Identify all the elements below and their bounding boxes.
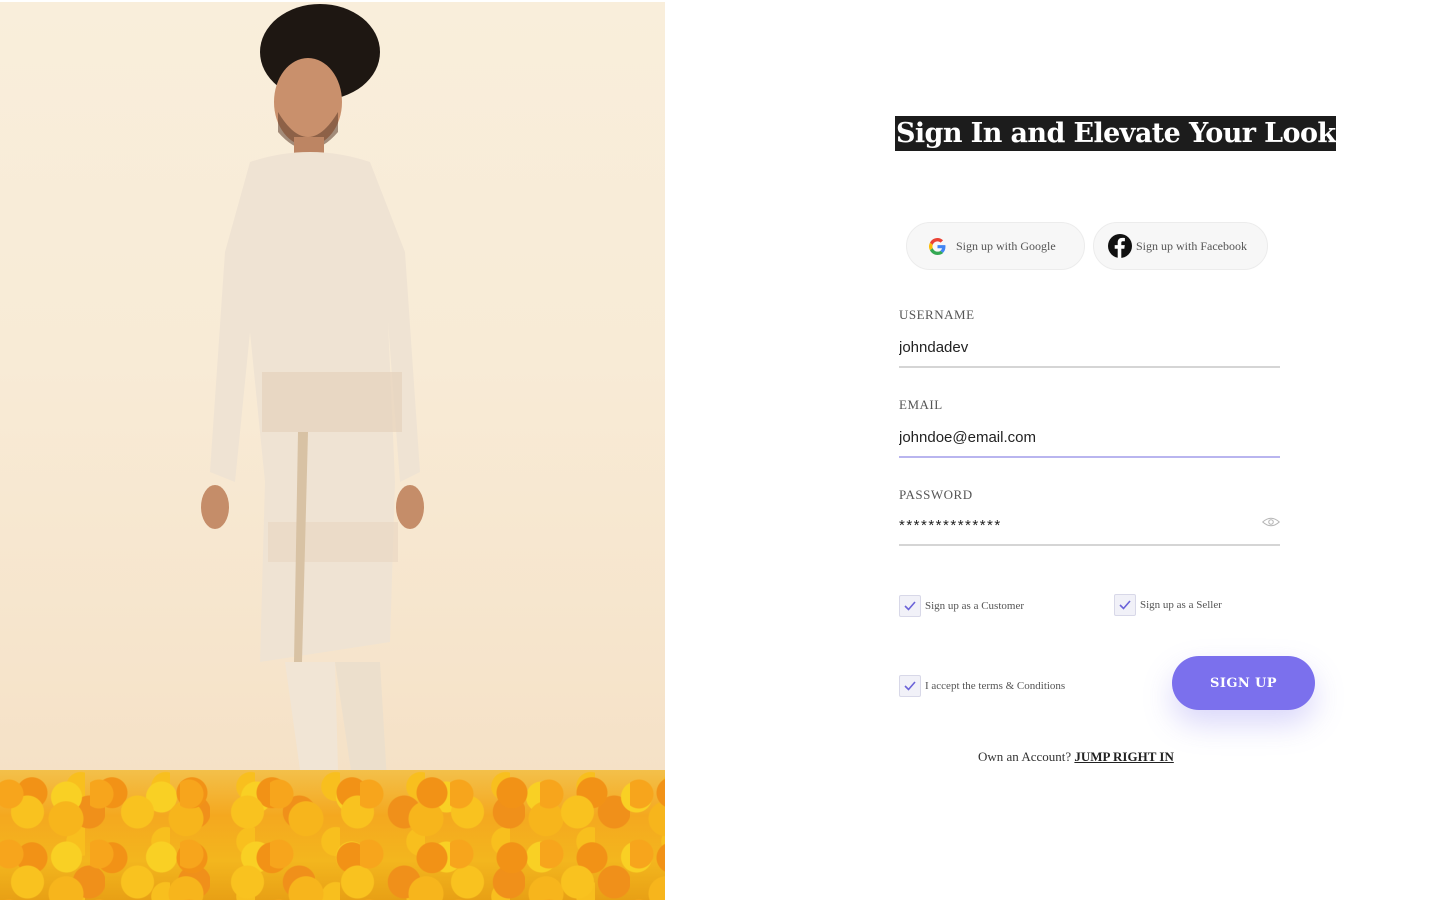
- facebook-signup-button[interactable]: Sign up with Facebook: [1093, 222, 1268, 270]
- model-figure: [201, 4, 424, 871]
- customer-checkbox-label: Sign up as a Customer: [925, 600, 1024, 612]
- email-field-wrap: [899, 420, 1280, 458]
- signup-button[interactable]: SIGN UP: [1172, 656, 1315, 710]
- login-prompt-text: Own an Account?: [978, 749, 1072, 764]
- seller-option: Sign up as a Seller: [1114, 594, 1222, 616]
- seller-checkbox[interactable]: [1114, 594, 1136, 616]
- google-signup-label: Sign up with Google: [956, 238, 1056, 253]
- terms-checkbox[interactable]: [899, 675, 921, 697]
- email-input[interactable]: [899, 420, 1280, 454]
- username-field-wrap: [899, 330, 1280, 368]
- username-input[interactable]: [899, 330, 1280, 364]
- customer-checkbox[interactable]: [899, 595, 921, 617]
- google-signup-button[interactable]: Sign up with Google: [906, 222, 1085, 270]
- checkmark-icon: [1119, 600, 1131, 610]
- login-prompt: Own an Account? JUMP RIGHT IN: [978, 749, 1174, 765]
- eye-icon[interactable]: [1262, 515, 1280, 529]
- customer-option: Sign up as a Customer: [899, 595, 1024, 617]
- page-title: Sign In and Elevate Your Look: [895, 116, 1337, 151]
- marigold-flowers: [0, 770, 665, 900]
- password-field-wrap: [899, 508, 1280, 546]
- terms-option: I accept the terms & Conditions: [899, 675, 1065, 697]
- checkmark-icon: [904, 601, 916, 611]
- password-label: PASSWORD: [899, 487, 973, 502]
- login-link[interactable]: JUMP RIGHT IN: [1074, 749, 1173, 764]
- checkmark-icon: [904, 681, 916, 691]
- hero-image: [0, 2, 665, 900]
- password-input[interactable]: [899, 508, 1280, 542]
- google-icon: [929, 237, 946, 255]
- username-label: USERNAME: [899, 307, 975, 322]
- terms-label: I accept the terms & Conditions: [925, 680, 1066, 692]
- email-label: EMAIL: [899, 397, 943, 412]
- facebook-signup-label: Sign up with Facebook: [1136, 238, 1247, 253]
- seller-checkbox-label: Sign up as a Seller: [1140, 599, 1222, 611]
- facebook-icon: [1108, 234, 1132, 258]
